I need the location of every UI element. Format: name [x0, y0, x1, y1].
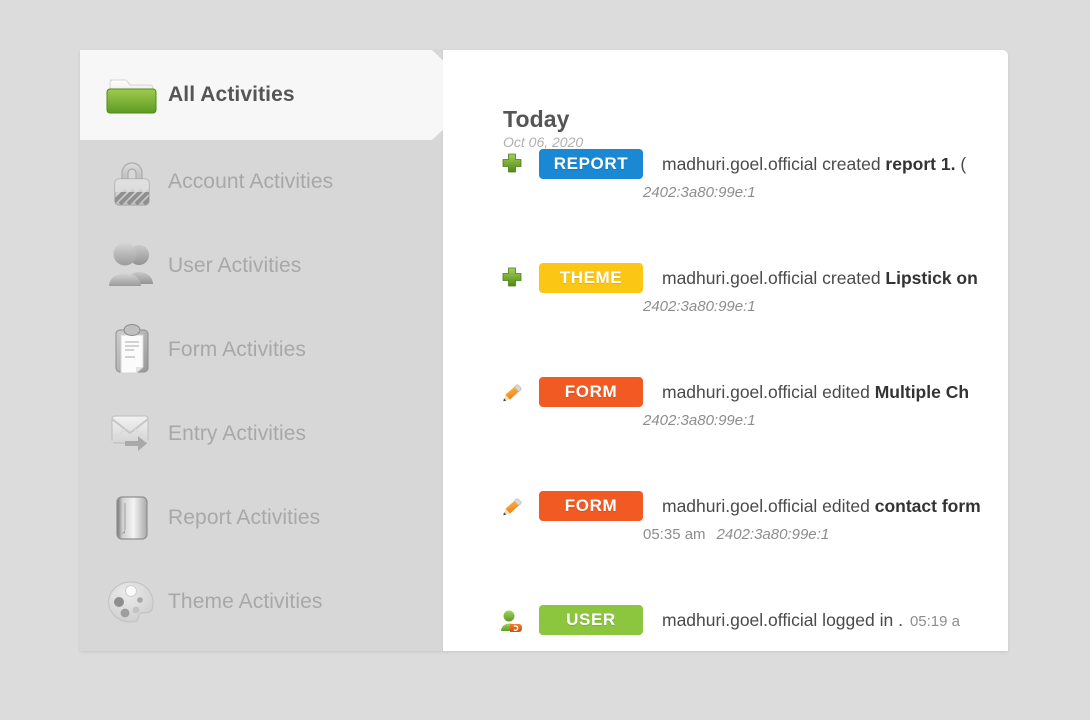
plus-icon — [495, 262, 529, 296]
sidebar-item-entry-activities[interactable]: Entry Activities — [80, 392, 443, 476]
activity-scroll-area[interactable]: Today Oct 06, 2020 REPORT madhuri.goel.o… — [443, 50, 1008, 651]
sidebar-scroll-area: Account Activities User Activities Form … — [80, 50, 443, 651]
clipboard-icon — [96, 319, 168, 381]
sidebar-item-report-activities[interactable]: Report Activities — [80, 476, 443, 560]
activity-content: Today Oct 06, 2020 REPORT madhuri.goel.o… — [443, 50, 1008, 651]
activity-time: 05:35 am — [643, 526, 706, 543]
activity-target: Multiple Ch — [874, 382, 970, 402]
activity-ip: 2402:3a80:99e:1 — [643, 412, 756, 429]
activity-row[interactable]: FORM madhuri.goel.official edited contac… — [443, 490, 1008, 604]
activity-trailing: ( — [955, 154, 967, 174]
activity-meta: 2402:3a80:99e:1 — [643, 298, 1008, 315]
day-group-header: Today Oct 06, 2020 — [503, 106, 583, 151]
activity-row[interactable]: FORM madhuri.goel.official edited Multip… — [443, 376, 1008, 490]
pencil-icon — [495, 376, 529, 410]
sidebar-item-label: Report Activities — [168, 506, 321, 529]
sidebar-item-label: User Activities — [168, 254, 302, 277]
activity-ip: 2402:3a80:99e:1 — [716, 526, 830, 543]
activity-text: madhuri.goel.official created report 1. … — [662, 148, 966, 180]
sidebar-item-theme-activities[interactable]: Theme Activities — [80, 560, 443, 644]
plus-icon — [495, 148, 529, 182]
sidebar-item-label: Account Activities — [168, 170, 334, 193]
sidebar: Account Activities User Activities Form … — [80, 50, 443, 651]
sidebar-item-label: Theme Activities — [168, 590, 323, 613]
activity-row[interactable]: REPORT madhuri.goel.official created rep… — [443, 148, 1008, 262]
sidebar-item-clipped[interactable] — [80, 644, 443, 651]
activity-action: madhuri.goel.official created — [662, 268, 886, 288]
lock-icon — [96, 151, 168, 213]
sidebar-item-all-activities[interactable]: All Activities — [80, 50, 443, 140]
sidebar-item-label: Form Activities — [168, 338, 307, 361]
activity-target: Lipstick on — [885, 268, 978, 288]
report-icon — [96, 487, 168, 549]
users-icon — [96, 235, 168, 297]
activity-panel: Account Activities User Activities Form … — [80, 50, 1008, 651]
activity-action: madhuri.goel.official edited — [662, 382, 875, 402]
activity-ip: 2402:3a80:99e:1 — [643, 298, 756, 315]
activity-text: madhuri.goel.official edited contact for… — [662, 490, 981, 522]
activity-list: REPORT madhuri.goel.official created rep… — [443, 148, 1008, 651]
page-title: Today — [503, 106, 570, 132]
activity-ip: 2402:3a80:99e:1 — [643, 184, 756, 201]
sidebar-item-label: Entry Activities — [168, 422, 307, 445]
activity-target: report 1. — [885, 154, 956, 174]
activity-time: 05:19 a — [909, 613, 960, 630]
user-login-icon — [495, 604, 529, 638]
folder-icon — [96, 64, 168, 126]
sidebar-item-account-activities[interactable]: Account Activities — [80, 140, 443, 224]
activity-target: contact form — [874, 496, 981, 516]
activity-row[interactable]: USER madhuri.goel.official logged in . 05… — [443, 604, 1008, 651]
activity-meta: 05:35 am 2402:3a80:99e:1 — [643, 526, 1008, 543]
activity-meta: 2402:3a80:99e:1 — [643, 412, 1008, 429]
activity-action: madhuri.goel.official created — [662, 154, 886, 174]
activity-action: madhuri.goel.official logged in . — [662, 610, 903, 630]
envelope-icon — [96, 403, 168, 465]
sidebar-nav-list: Account Activities User Activities Form … — [80, 140, 443, 651]
status-badge: FORM — [539, 377, 643, 407]
activity-text: madhuri.goel.official edited Multiple Ch — [662, 376, 969, 408]
activity-meta: 2402:3a80:99e:1 — [643, 184, 1008, 201]
status-badge: REPORT — [539, 149, 643, 179]
pencil-icon — [495, 490, 529, 524]
sidebar-item-form-activities[interactable]: Form Activities — [80, 308, 443, 392]
activity-action: madhuri.goel.official edited — [662, 496, 875, 516]
sidebar-item-user-activities[interactable]: User Activities — [80, 224, 443, 308]
status-badge: THEME — [539, 263, 643, 293]
sidebar-item-label: All Activities — [168, 83, 295, 106]
status-badge: USER — [539, 605, 643, 635]
activity-row[interactable]: THEME madhuri.goel.official created Lips… — [443, 262, 1008, 376]
activity-text: madhuri.goel.official created Lipstick o… — [662, 262, 978, 294]
palette-icon — [96, 571, 168, 633]
status-badge: FORM — [539, 491, 643, 521]
activity-log-app: Account Activities User Activities Form … — [0, 0, 1090, 720]
activity-text: madhuri.goel.official logged in . 05:19 a — [662, 604, 960, 638]
